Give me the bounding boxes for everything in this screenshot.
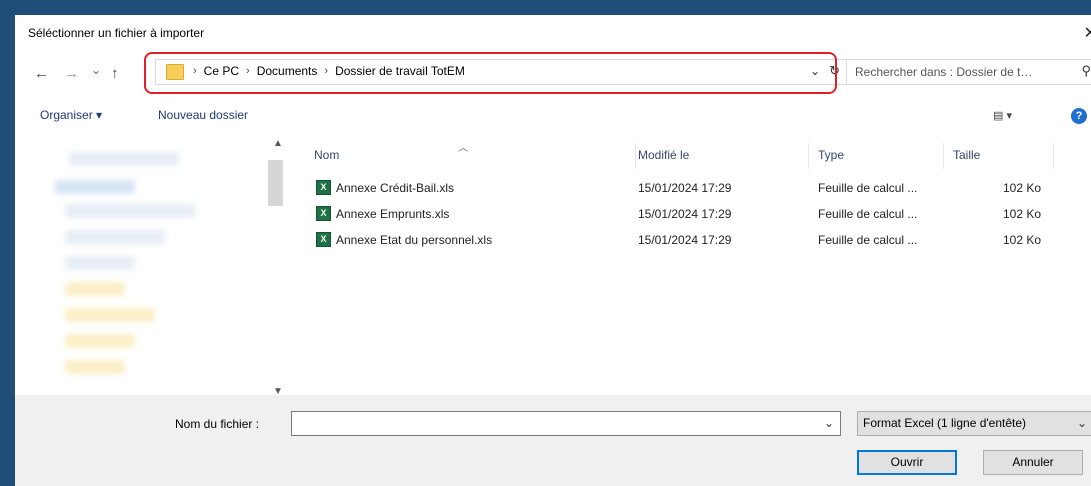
sort-ascending-icon: ︿ <box>458 143 468 154</box>
column-header-size[interactable]: Taille <box>953 148 980 162</box>
navigation-pane[interactable] <box>45 142 287 400</box>
search-input[interactable]: Rechercher dans : Dossier de t… ⚲ <box>846 59 1091 85</box>
file-format-selected: Format Excel (1 ligne d'entête) <box>863 416 1027 430</box>
search-placeholder: Rechercher dans : Dossier de t… <box>855 65 1033 79</box>
file-format-select[interactable]: Format Excel (1 ligne d'entête) ⌄ <box>857 411 1091 436</box>
format-dropdown-chevron-icon[interactable]: ⌄ <box>1077 416 1087 430</box>
nav-item-blurred <box>69 152 179 166</box>
file-list-header: ︿ Nom Modifié le Type Taille <box>298 143 1088 171</box>
view-options-icon[interactable]: ▤ ▾ <box>993 109 1012 122</box>
file-size: 102 Ko <box>1003 207 1042 221</box>
nav-item-blurred <box>65 204 195 218</box>
address-bar-highlight <box>144 52 837 94</box>
file-modified: 15/01/2024 17:29 <box>638 233 732 247</box>
file-name: Annexe Etat du personnel.xls <box>336 233 493 247</box>
scroll-up-arrow-icon[interactable]: ▲ <box>273 138 283 149</box>
excel-file-icon: X <box>316 180 331 195</box>
help-icon[interactable]: ? <box>1071 108 1087 124</box>
column-header-type[interactable]: Type <box>818 148 844 162</box>
nav-item-blurred <box>65 308 155 322</box>
file-type: Feuille de calcul ... <box>818 181 918 195</box>
column-header-name[interactable]: Nom <box>314 148 339 162</box>
nav-item-blurred <box>65 360 125 374</box>
excel-file-icon: X <box>316 206 331 221</box>
close-icon[interactable]: ✕ <box>1084 23 1091 43</box>
file-type: Feuille de calcul ... <box>818 207 918 221</box>
file-modified: 15/01/2024 17:29 <box>638 181 732 195</box>
filename-label: Nom du fichier : <box>175 417 260 431</box>
nav-item-blurred <box>65 256 135 270</box>
back-arrow-icon[interactable]: ← <box>34 65 49 82</box>
up-arrow-icon[interactable]: ↑ <box>111 65 119 82</box>
new-folder-button[interactable]: Nouveau dossier <box>158 108 248 122</box>
column-divider[interactable] <box>1053 143 1054 169</box>
file-name: Annexe Emprunts.xls <box>336 207 450 221</box>
toolbar: Organiser ▾ Nouveau dossier ▤ ▾ ? <box>15 105 1091 129</box>
file-size: 102 Ko <box>1003 181 1042 195</box>
cancel-button[interactable]: Annuler <box>983 450 1083 475</box>
organize-menu-button[interactable]: Organiser ▾ <box>40 108 102 122</box>
filename-dropdown-chevron-icon[interactable]: ⌄ <box>824 416 834 430</box>
file-open-dialog: Séléctionner un fichier à importer ✕ ← →… <box>15 15 1091 486</box>
file-name: Annexe Crédit-Bail.xls <box>336 181 455 195</box>
nav-item-blurred <box>55 180 135 194</box>
dialog-footer: Nom du fichier : ⌄ Format Excel (1 ligne… <box>15 395 1091 486</box>
column-divider[interactable] <box>635 143 636 169</box>
column-divider[interactable] <box>943 143 944 169</box>
column-header-modified[interactable]: Modifié le <box>638 148 689 162</box>
nav-item-blurred <box>65 230 165 244</box>
search-icon[interactable]: ⚲ <box>1081 63 1091 79</box>
nav-item-blurred <box>65 282 125 296</box>
filename-field[interactable]: ⌄ <box>291 411 841 436</box>
file-size: 102 Ko <box>1003 233 1042 247</box>
dialog-title: Séléctionner un fichier à importer <box>28 26 205 40</box>
file-row[interactable]: X Annexe Emprunts.xls 15/01/2024 17:29 F… <box>298 204 1058 224</box>
nav-pane-scrollbar[interactable] <box>268 160 283 206</box>
open-button[interactable]: Ouvrir <box>857 450 957 475</box>
file-row[interactable]: X Annexe Etat du personnel.xls 15/01/202… <box>298 230 1058 250</box>
file-modified: 15/01/2024 17:29 <box>638 207 732 221</box>
nav-item-blurred <box>65 334 135 348</box>
title-bar: Séléctionner un fichier à importer ✕ <box>15 15 1091 51</box>
column-divider[interactable] <box>808 143 809 169</box>
recent-locations-chevron-icon[interactable]: ⌄ <box>91 63 101 77</box>
file-row[interactable]: X Annexe Crédit-Bail.xls 15/01/2024 17:2… <box>298 178 1058 198</box>
excel-file-icon: X <box>316 232 331 247</box>
forward-arrow-icon[interactable]: → <box>64 65 79 82</box>
file-type: Feuille de calcul ... <box>818 233 918 247</box>
